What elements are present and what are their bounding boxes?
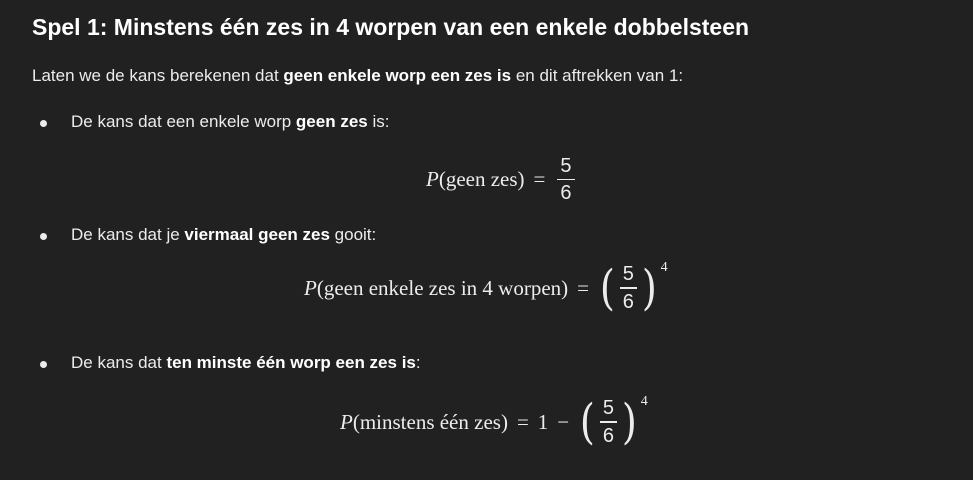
formula-one: 1 [537,409,549,434]
formula-equals: = [533,167,546,192]
intro-text-bold: geen enkele worp een zes is [283,66,512,85]
list-item-text-pre: De kans dat een enkele worp [71,112,296,131]
formula-minus: − [557,409,570,434]
fraction-denominator: 6 [602,424,614,447]
right-parenthesis: ) [641,260,657,316]
formula-symbol: P [304,275,317,300]
fraction-numerator: 5 [560,155,572,177]
list-item-text: De kans dat een enkele worp geen zes is: [71,112,389,132]
fraction-denominator: 6 [622,290,634,313]
formula-argument: (minstens één zes) [352,409,508,434]
formula-equals: = [577,275,589,300]
bullet-dot [40,120,47,127]
formula-2: P (geen enkele zes in 4 worpen) =(5 6) 4 [304,260,668,316]
list-item-text-post: : [415,353,421,372]
formula-1: P (geen zes) = 5 6 [426,156,578,203]
right-parenthesis: ) [621,394,637,450]
section-heading: Spel 1: Minstens één zes in 4 worpen van… [32,14,750,40]
formula-equals: = [516,409,529,434]
bullet-dot [40,361,47,368]
list-item-text-pre: De kans dat [71,353,167,372]
list-item-text: De kans dat ten minste één worp een zes … [71,353,421,373]
fraction-numerator: 5 [602,397,614,420]
formula-3: P (minstens één zes) = 1−(5 6) 4 [340,394,648,450]
formula-symbol: P [426,167,439,192]
bullet-dot [40,233,47,240]
formula-argument: (geen enkele zes in 4 worpen) [316,275,569,300]
intro-text-pre: Laten we de kans berekenen dat [32,66,284,85]
list-item-text-pre: De kans dat je [71,225,185,244]
list-item-text-bold: ten minste één worp een zes is [166,353,416,372]
list-item-text: De kans dat je viermaal geen zes gooit: [71,225,376,245]
list-item-text-post: is: [367,112,390,131]
left-parenthesis: ( [599,260,615,316]
fraction: 56 [599,397,617,447]
formula-argument: (geen zes) [438,167,525,192]
list-item-text-post: gooit: [329,225,377,244]
intro-paragraph: Laten we de kans berekenen dat geen enke… [32,66,683,86]
exponent: 4 [660,260,668,275]
fraction: 56 [557,155,575,205]
list-item-text-bold: geen zes [295,112,368,131]
formula-symbol: P [340,409,353,434]
fraction: 56 [619,263,637,313]
fraction-numerator: 5 [622,263,634,286]
exponent: 4 [640,394,648,409]
list-item-text-bold: viermaal geen zes [184,225,330,244]
fraction-denominator: 6 [560,182,572,205]
left-parenthesis: ( [580,394,596,450]
intro-text-post: en dit aftrekken van 1: [511,66,684,85]
